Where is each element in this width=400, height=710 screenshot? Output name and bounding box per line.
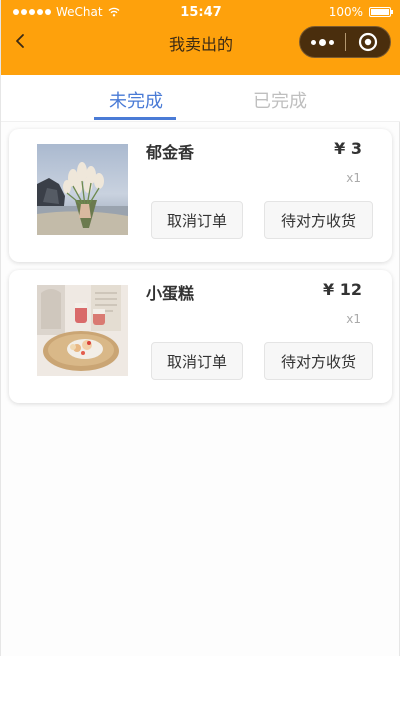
tab-incomplete[interactable]: 未完成 <box>86 87 186 113</box>
top-bar: WeChat 15:47 100% 我卖出的 <box>1 0 400 75</box>
more-dots-icon <box>311 39 316 45</box>
awaiting-receipt-button[interactable]: 待对方收货 <box>264 201 373 239</box>
order-card[interactable]: 郁金香 ¥ 3 x1 取消订单 待对方收货 <box>9 129 392 262</box>
nav-bar: 我卖出的 <box>1 24 400 60</box>
product-quantity: x1 <box>346 171 361 185</box>
mini-program-capsule <box>299 26 391 58</box>
product-price: ¥ 3 <box>334 139 362 158</box>
cancel-order-button[interactable]: 取消订单 <box>151 201 243 239</box>
product-quantity: x1 <box>346 312 361 326</box>
cake-plate-photo <box>37 285 128 376</box>
close-mini-program-button[interactable] <box>346 27 390 57</box>
product-price: ¥ 12 <box>323 280 362 299</box>
tulip-bouquet-photo <box>37 144 128 235</box>
order-tabs: 未完成 已完成 <box>1 75 400 122</box>
order-card[interactable]: 小蛋糕 ¥ 12 x1 取消订单 待对方收货 <box>9 270 392 403</box>
target-circle-icon <box>358 32 378 52</box>
awaiting-receipt-button[interactable]: 待对方收货 <box>264 342 373 380</box>
status-bar: WeChat 15:47 100% <box>1 0 400 24</box>
tab-completed[interactable]: 已完成 <box>230 87 330 113</box>
product-image <box>37 144 128 235</box>
battery-percent: 100% <box>328 5 363 19</box>
more-menu-button[interactable] <box>300 27 345 57</box>
product-name: 小蛋糕 <box>146 284 195 303</box>
product-name: 郁金香 <box>146 143 195 162</box>
active-tab-indicator <box>94 117 176 120</box>
cancel-order-button[interactable]: 取消订单 <box>151 342 243 380</box>
product-image <box>37 285 128 376</box>
battery-icon <box>369 7 393 17</box>
battery-info: 100% <box>328 5 393 19</box>
app-page: WeChat 15:47 100% 我卖出的 未完成 已完成 郁金香 ¥ 3 x… <box>0 0 400 656</box>
